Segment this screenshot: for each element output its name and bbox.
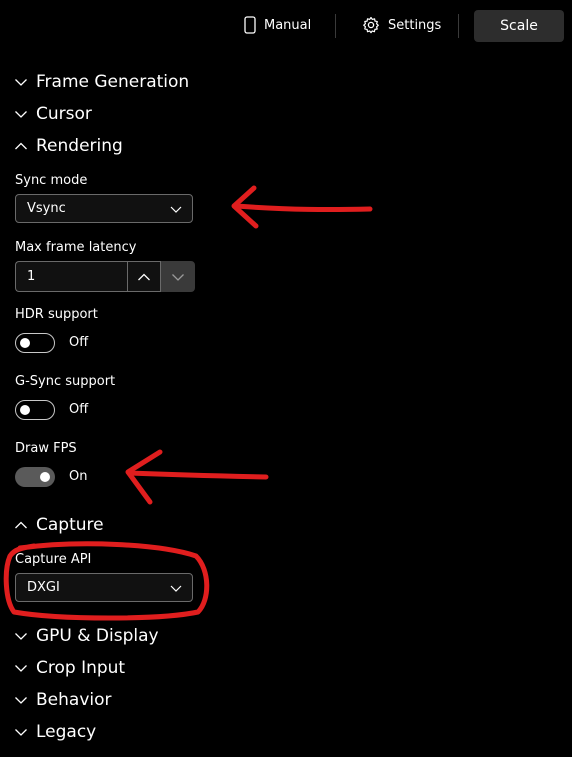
chevron-down-icon	[170, 206, 182, 213]
gsync-support-toggle[interactable]	[15, 400, 55, 420]
increment-button[interactable]	[127, 261, 161, 292]
max-frame-latency-input[interactable]: 1	[15, 261, 127, 292]
chevron-up-icon	[138, 273, 150, 280]
section-capture[interactable]: Capture	[14, 514, 104, 536]
chevron-down-icon	[172, 273, 184, 281]
scale-button[interactable]: Scale	[474, 10, 564, 42]
section-title: Crop Input	[36, 658, 126, 678]
decrement-button[interactable]	[161, 261, 195, 292]
manual-button[interactable]: Manual	[244, 16, 311, 34]
settings-button[interactable]: Settings	[362, 16, 441, 34]
toggle-knob	[40, 472, 50, 482]
sync-mode-dropdown[interactable]: Vsync	[15, 194, 193, 223]
section-title: Frame Generation	[36, 72, 190, 92]
section-frame-generation[interactable]: Frame Generation	[14, 71, 189, 93]
section-title: Cursor	[36, 104, 92, 124]
phone-icon	[244, 16, 256, 34]
annotation-arrow-sync-mode	[231, 185, 373, 229]
chevron-down-icon	[15, 79, 27, 86]
chevron-down-icon	[15, 633, 27, 640]
section-crop-input[interactable]: Crop Input	[14, 657, 125, 679]
draw-fps-state: On	[69, 469, 88, 484]
chevron-down-icon	[15, 111, 27, 118]
hdr-support-state: Off	[69, 335, 89, 350]
section-title: Legacy	[36, 722, 97, 742]
settings-label: Settings	[388, 17, 442, 33]
gsync-support-state: Off	[69, 402, 89, 417]
capture-api-dropdown[interactable]: DXGI	[15, 573, 193, 602]
manual-label: Manual	[264, 17, 312, 33]
chevron-up-icon	[15, 142, 27, 150]
scale-label: Scale	[500, 18, 538, 34]
max-frame-latency-value: 1	[27, 269, 36, 284]
chevron-down-icon	[15, 729, 27, 736]
max-frame-latency-label: Max frame latency	[15, 240, 137, 255]
gsync-support-label: G-Sync support	[15, 374, 116, 389]
section-behavior[interactable]: Behavior	[14, 689, 112, 711]
sync-mode-value: Vsync	[27, 201, 66, 216]
section-title: GPU & Display	[36, 626, 159, 646]
capture-api-label: Capture API	[15, 552, 92, 567]
section-title: Rendering	[36, 136, 123, 156]
section-legacy[interactable]: Legacy	[14, 721, 96, 743]
hdr-support-label: HDR support	[15, 307, 98, 322]
section-title: Capture	[36, 515, 104, 535]
chevron-down-icon	[170, 585, 182, 592]
section-cursor[interactable]: Cursor	[14, 103, 92, 125]
topbar-separator	[458, 14, 459, 38]
max-frame-latency-stepper: 1	[15, 261, 195, 292]
draw-fps-toggle[interactable]	[15, 467, 55, 487]
hdr-support-toggle[interactable]	[15, 333, 55, 353]
toggle-knob	[20, 338, 30, 348]
annotation-arrow-draw-fps	[125, 449, 269, 505]
topbar-separator	[335, 14, 336, 38]
section-title: Behavior	[36, 690, 112, 710]
chevron-up-icon	[15, 521, 27, 529]
section-gpu-display[interactable]: GPU & Display	[14, 625, 159, 647]
sync-mode-label: Sync mode	[15, 173, 88, 188]
chevron-down-icon	[15, 697, 27, 704]
section-rendering[interactable]: Rendering	[14, 135, 123, 157]
capture-api-value: DXGI	[27, 580, 60, 595]
gear-icon	[363, 16, 379, 34]
toggle-knob	[20, 405, 30, 415]
draw-fps-label: Draw FPS	[15, 441, 77, 456]
chevron-down-icon	[15, 665, 27, 672]
